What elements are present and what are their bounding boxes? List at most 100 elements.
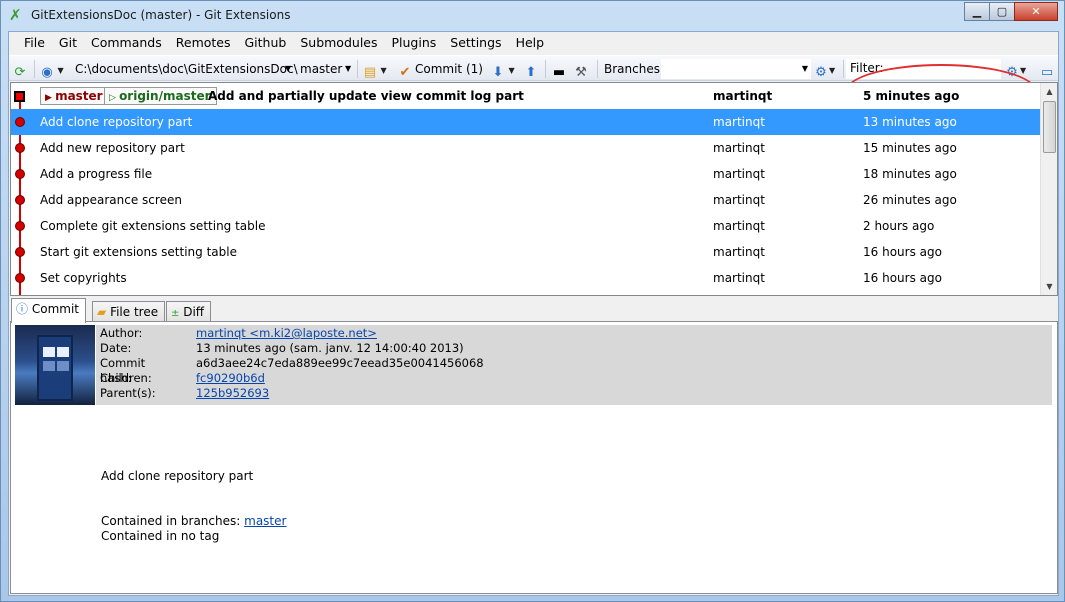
avatar-image (37, 335, 73, 401)
commit-author: martinqt (713, 167, 765, 181)
commit-node (15, 169, 25, 179)
contained-branches-label: Contained in branches: (101, 514, 241, 528)
table-row[interactable]: Add a progress file martinqt 18 minutes … (11, 161, 1041, 187)
revision-grid-scrollbar[interactable]: ▲ ▼ (1040, 83, 1057, 295)
maximize-button[interactable]: ▢ (989, 2, 1015, 21)
branch-filter-options-gear-icon[interactable]: ⚙ ▼ (813, 59, 835, 80)
menu-help[interactable]: Help (509, 32, 552, 54)
commit-node (15, 117, 25, 127)
commit-date: 5 minutes ago (863, 89, 960, 103)
close-button[interactable]: ✕ (1014, 2, 1058, 21)
commit-date: 26 minutes ago (863, 193, 957, 207)
window-controls: ▁ ▢ ✕ (964, 2, 1058, 21)
branches-filter-combo[interactable]: ▼ (661, 59, 811, 79)
commit-date: 18 minutes ago (863, 167, 957, 181)
client-area: File Git Commands Remotes Github Submodu… (8, 31, 1059, 596)
toolbar-separator (545, 60, 546, 78)
revision-grid[interactable]: ▶ master ▷ origin/master Add and partial… (10, 82, 1058, 296)
info-icon: ⓘ (16, 302, 29, 316)
filter-options-gear-icon[interactable]: ⚙ ▼ (1004, 59, 1026, 80)
menu-settings[interactable]: Settings (443, 32, 508, 54)
toggle-panel-icon[interactable]: ▭ (1039, 59, 1055, 80)
menu-file[interactable]: File (17, 32, 52, 54)
table-row[interactable]: ▶ master ▷ origin/master Add and partial… (11, 83, 1041, 109)
contained-branch-link[interactable]: master (244, 514, 286, 528)
commit-node (15, 221, 25, 231)
window-title: GitExtensionsDoc (master) - Git Extensio… (31, 8, 291, 22)
commit-message: Complete git extensions setting table (40, 219, 266, 233)
console-icon[interactable]: ▬ (551, 59, 567, 80)
pull-icon[interactable]: ⬇ ▼ (490, 59, 515, 80)
chevron-down-icon[interactable]: ▼ (285, 59, 291, 79)
branch-selector[interactable]: master (300, 59, 342, 79)
commit-message: Add and partially update view commit log… (208, 89, 524, 103)
commit-message: Add new repository part (40, 141, 185, 155)
commit-message: Add a progress file (40, 167, 153, 181)
repository-path[interactable]: C:\documents\doc\GitExtensionsDoc\ (75, 59, 298, 79)
table-row[interactable]: Complete git extensions setting table ma… (11, 213, 1041, 239)
local-branch-label: master (55, 89, 103, 103)
minimize-button[interactable]: ▁ (964, 2, 990, 21)
commit-author: martinqt (713, 271, 765, 285)
menu-remotes[interactable]: Remotes (169, 32, 238, 54)
menu-submodules[interactable]: Submodules (293, 32, 384, 54)
commit-details-panel: Author: martinqt <m.ki2@laposte.net> Dat… (10, 321, 1058, 594)
table-row[interactable]: Add appearance screen martinqt 26 minute… (11, 187, 1041, 213)
menu-plugins[interactable]: Plugins (385, 32, 444, 54)
title-bar[interactable]: ✗ GitExtensionsDoc (master) - Git Extens… (1, 1, 1064, 31)
chevron-down-icon[interactable]: ▼ (345, 59, 351, 79)
author-link[interactable]: martinqt <m.ki2@laposte.net> (196, 326, 377, 341)
table-row[interactable]: Start git extensions setting table marti… (11, 239, 1041, 265)
local-branch-tag[interactable]: ▶ master (40, 87, 109, 105)
commit-date: 16 hours ago (863, 271, 942, 285)
settings-tools-icon[interactable]: ⚒ (573, 59, 589, 80)
remote-branch-arrow-icon: ▷ (109, 93, 120, 103)
toolbar-separator (357, 60, 358, 78)
menu-commands[interactable]: Commands (84, 32, 169, 54)
detail-tabs: ⓘ Commit ▰ File tree ± Diff (10, 298, 1058, 323)
commit-date: 13 minutes ago (863, 115, 957, 129)
commit-message: Add appearance screen (40, 193, 182, 207)
tab-diff-label: Diff (183, 305, 205, 319)
menu-github[interactable]: Github (238, 32, 294, 54)
commit-node (15, 273, 25, 283)
commit-author: martinqt (713, 141, 765, 155)
commit-node (15, 247, 25, 257)
commit-button[interactable]: Commit (1) (415, 59, 483, 79)
refresh-icon[interactable]: ⟳ (12, 59, 28, 80)
commit-message: Set copyrights (40, 271, 127, 285)
main-window: ✗ GitExtensionsDoc (master) - Git Extens… (0, 0, 1065, 602)
scroll-down-icon[interactable]: ▼ (1041, 278, 1057, 295)
avatar (15, 325, 95, 405)
toolbar-separator (597, 60, 598, 78)
table-row[interactable]: Add clone repository part martinqt 13 mi… (11, 109, 1041, 135)
date-label: Date: (100, 341, 132, 355)
folder-icon: ▰ (97, 305, 107, 319)
children-link[interactable]: fc90290b6d (196, 371, 265, 386)
commit-message: Add clone repository part (40, 115, 193, 129)
table-row[interactable]: Set copyrights martinqt 16 hours ago (11, 265, 1041, 291)
commit-info-header: Author: martinqt <m.ki2@laposte.net> Dat… (96, 325, 1052, 405)
table-row[interactable]: Add new repository part martinqt 15 minu… (11, 135, 1041, 161)
commit-author: martinqt (713, 193, 765, 207)
tab-commit[interactable]: ⓘ Commit (11, 298, 86, 323)
filter-label: Filter: (850, 61, 884, 75)
push-icon[interactable]: ⬆ (523, 59, 539, 80)
commit-node (15, 195, 25, 205)
toolbar-separator (34, 60, 35, 78)
menu-git[interactable]: Git (52, 32, 84, 54)
scroll-thumb[interactable] (1043, 101, 1056, 153)
chevron-down-icon[interactable]: ▼ (802, 60, 808, 78)
diff-icon: ± (171, 308, 180, 319)
commit-icon[interactable]: ✔ (397, 59, 413, 80)
contained-tags: Contained in no tag (101, 529, 220, 543)
parents-link[interactable]: 125b952693 (196, 386, 269, 401)
scroll-up-icon[interactable]: ▲ (1041, 83, 1057, 100)
tab-file-tree[interactable]: ▰ File tree (92, 301, 166, 322)
remote-branch-tag[interactable]: ▷ origin/master (104, 87, 217, 105)
parents-label: Parent(s): (100, 386, 156, 400)
stash-icon[interactable]: ▤ ▼ (362, 59, 387, 80)
tab-diff[interactable]: ± Diff (166, 301, 212, 322)
open-repository-icon[interactable]: ◉ ▼ (39, 59, 63, 80)
filter-field[interactable]: Filter: (846, 59, 1001, 79)
